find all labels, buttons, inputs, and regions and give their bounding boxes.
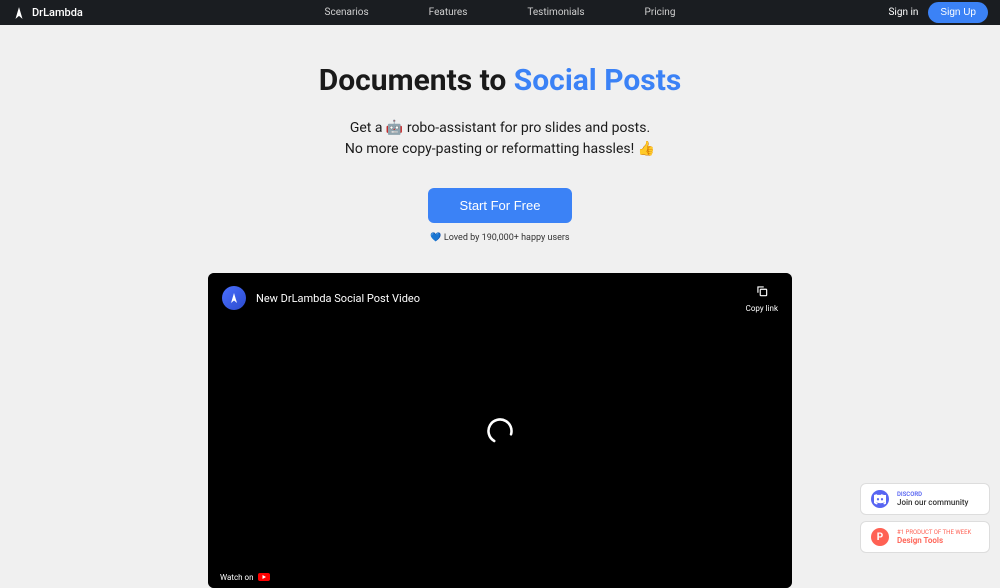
- hero-subtitle: Get a 🤖 robo-assistant for pro slides an…: [0, 118, 1000, 160]
- hero-title-highlight: Social Posts: [514, 63, 681, 98]
- video-footer: Watch on: [208, 566, 792, 588]
- nav-pricing[interactable]: Pricing: [645, 7, 676, 18]
- producthunt-title: Design Tools: [897, 536, 971, 545]
- discord-badge[interactable]: DISCORD Join our community: [860, 483, 990, 515]
- nav-testimonials[interactable]: Testimonials: [527, 7, 584, 18]
- video-avatar-icon: [222, 286, 246, 310]
- watch-on-text: Watch on: [220, 573, 254, 582]
- nav-center: Scenarios Features Testimonials Pricing: [325, 7, 676, 18]
- discord-title: Join our community: [897, 498, 968, 507]
- logo-text[interactable]: DrLambda: [32, 6, 83, 19]
- video-header-left: New DrLambda Social Post Video: [222, 286, 420, 310]
- header-right: Sign in Sign Up: [888, 2, 988, 23]
- discord-badge-text: DISCORD Join our community: [897, 491, 968, 507]
- discord-label: DISCORD: [897, 491, 968, 498]
- hero-title-prefix: Documents to: [319, 63, 514, 98]
- video-copy-link[interactable]: Copy link: [746, 283, 778, 313]
- youtube-icon: [258, 572, 298, 582]
- floating-badges: DISCORD Join our community P #1 PRODUCT …: [860, 483, 990, 553]
- nav-scenarios[interactable]: Scenarios: [325, 7, 369, 18]
- signin-link[interactable]: Sign in: [888, 7, 918, 18]
- hero: Documents to Social Posts Get a 🤖 robo-a…: [0, 25, 1000, 243]
- hero-subtitle-line1: Get a 🤖 robo-assistant for pro slides an…: [0, 118, 1000, 139]
- logo-icon: [12, 6, 26, 20]
- loved-by-text: 💙 Loved by 190,000+ happy users: [0, 233, 1000, 243]
- producthunt-label: #1 PRODUCT OF THE WEEK: [897, 529, 971, 536]
- loading-spinner-icon: [484, 415, 516, 447]
- video-header: New DrLambda Social Post Video Copy link: [208, 273, 792, 323]
- watch-on[interactable]: Watch on: [220, 572, 298, 582]
- signup-button[interactable]: Sign Up: [928, 2, 988, 23]
- producthunt-badge[interactable]: P #1 PRODUCT OF THE WEEK Design Tools: [860, 521, 990, 553]
- discord-icon: [871, 490, 889, 508]
- copy-link-text: Copy link: [746, 304, 778, 313]
- producthunt-icon: P: [871, 528, 889, 546]
- header: DrLambda Scenarios Features Testimonials…: [0, 0, 1000, 25]
- video-title: New DrLambda Social Post Video: [256, 292, 420, 305]
- copy-icon: [755, 283, 769, 302]
- producthunt-badge-text: #1 PRODUCT OF THE WEEK Design Tools: [897, 529, 971, 545]
- header-left: DrLambda: [12, 6, 83, 20]
- cta-button[interactable]: Start For Free: [428, 188, 573, 223]
- hero-title: Documents to Social Posts: [0, 63, 1000, 98]
- video-container[interactable]: New DrLambda Social Post Video Copy link…: [208, 273, 792, 588]
- hero-subtitle-line2: No more copy-pasting or reformatting has…: [0, 139, 1000, 160]
- nav-features[interactable]: Features: [429, 7, 468, 18]
